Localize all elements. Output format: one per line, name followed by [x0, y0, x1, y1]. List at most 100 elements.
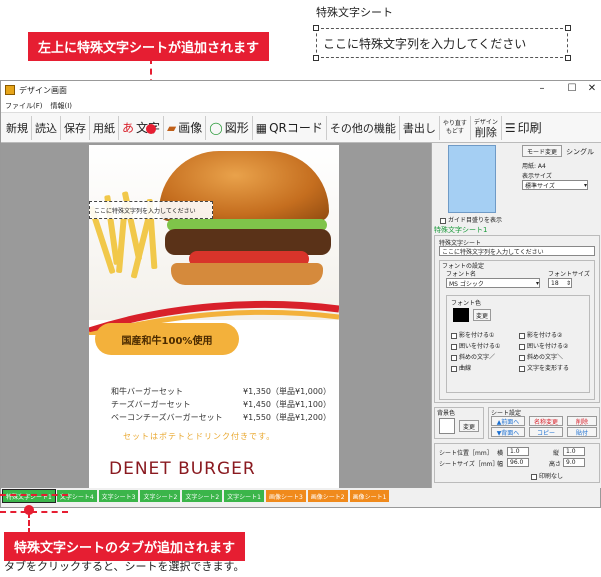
new-button[interactable]: 新規 [3, 115, 32, 140]
print-button[interactable]: ☰ 印刷 [502, 116, 545, 140]
qr-button-label: QRコード [269, 121, 323, 135]
window-title: デザイン画面 [19, 85, 67, 95]
font-name-label: フォント名 [446, 271, 477, 278]
resize-handle [313, 25, 319, 31]
chevron-down-icon: ▾ [583, 181, 587, 189]
tab-text-sheet[interactable]: 文字シート1 [224, 490, 264, 502]
qr-button[interactable]: ▦ QRコード [253, 115, 327, 140]
bottom-callout: 特殊文字シートのタブが追加されます [4, 532, 246, 561]
badge-label: 国産和牛100%使用 [95, 323, 239, 355]
menu-info[interactable]: 情報(I) [51, 101, 73, 111]
font-color-label: フォント色 [451, 300, 482, 307]
sample-title: 特殊文字シート [316, 6, 393, 19]
pos-y-label: 縦 [553, 450, 560, 457]
height-input[interactable]: 9.0 [563, 458, 585, 467]
menu-item: ベーコンチーズバーガーセット ¥1,550（単品¥1,200） [111, 413, 331, 422]
option-slant-1[interactable]: 斜めの文字／ [451, 352, 500, 363]
bg-color-swatch [439, 418, 455, 434]
design-page[interactable]: 国産和牛100%使用 和牛バーガーセット ¥1,350（単品¥1,000） チーズ… [89, 145, 339, 488]
sheet-settings-group: シート設定 ▲前面へ ▼背面へ 名称変更 コピー 削除 貼付 [488, 407, 600, 439]
burger-bun-bottom [171, 263, 323, 285]
tab-image-sheet[interactable]: 画像シート2 [307, 490, 348, 502]
paper-button[interactable]: 用紙 [90, 115, 119, 140]
option-shadow-2[interactable]: 影を付ける② [519, 330, 569, 341]
guide-checkbox[interactable] [440, 217, 446, 224]
delete-sheet-button[interactable]: 削除 [567, 416, 597, 426]
font-options-group: フォント色 変更 影を付ける① 囲いを付ける① 斜めの文字／ 曲線 影を付ける②… [446, 295, 590, 393]
option-transform[interactable]: 文字を変形する [519, 363, 569, 374]
font-size-label: フォントサイズ [548, 271, 590, 278]
resize-handle [565, 55, 571, 61]
special-text-sheet[interactable]: ここに特殊文字列を入力してください [89, 201, 213, 219]
tab-text-sheet[interactable]: 文字シート4 [56, 490, 97, 502]
spin-icon: ⇕ [565, 279, 571, 287]
option-border-2[interactable]: 囲いを付ける② [519, 341, 569, 352]
menu-file[interactable]: ファイル(F) [5, 101, 43, 111]
chevron-down-icon: ▾ [535, 279, 539, 287]
redo-button[interactable]: やり直す [443, 120, 467, 128]
display-size-select[interactable]: 標準サイズ ▾ [522, 180, 588, 190]
sheet-tab-bar: 特殊文字シート1 文字シート4 文字シート3 文字シート2 文字シート2 文字シ… [1, 489, 431, 503]
height-label: 高さ [549, 461, 562, 468]
design-canvas[interactable]: 国産和牛100%使用 和牛バーガーセット ¥1,350（単品¥1,000） チーズ… [1, 143, 431, 488]
design-delete-button[interactable]: デザイン 削除 [471, 115, 502, 140]
pos-y-input[interactable]: 1.0 [563, 447, 585, 456]
options-left: 影を付ける① 囲いを付ける① 斜めの文字／ 曲線 [451, 330, 500, 374]
sample-special-text: ここに特殊文字列を入力してください [316, 28, 568, 58]
page-thumbnail[interactable] [448, 145, 496, 213]
mode-change-button[interactable]: モード変更 [522, 145, 562, 157]
image-button[interactable]: ▰ 画像 [164, 115, 207, 140]
bring-front-button[interactable]: ▲前面へ [491, 416, 525, 426]
no-print-checkbox[interactable] [531, 473, 537, 480]
callout-dot [146, 124, 156, 134]
rename-button[interactable]: 名称変更 [529, 416, 563, 426]
undo-button[interactable]: もどす [446, 128, 464, 136]
image-icon: ▰ [167, 120, 177, 135]
sheet-text-input[interactable]: ここに特殊文字列を入力してください [439, 246, 595, 256]
width-input[interactable]: 96.0 [507, 458, 529, 467]
minimize-button[interactable]: – [527, 83, 557, 94]
font-name-select[interactable]: MS ゴシック ▾ [446, 278, 540, 288]
font-color-change-button[interactable]: 変更 [473, 309, 491, 321]
top-callout: 左上に特殊文字シートが追加されます [28, 32, 270, 61]
save-button[interactable]: 保存 [61, 115, 90, 140]
pos-label: シート位置［mm］ [439, 450, 493, 457]
tab-image-sheet[interactable]: 画像シート1 [349, 490, 390, 502]
app-icon [5, 85, 15, 95]
option-slant-2[interactable]: 斜めの文字＼ [519, 352, 569, 363]
send-back-button[interactable]: ▼背面へ [491, 427, 525, 437]
tab-text-sheet[interactable]: 文字シート2 [182, 490, 223, 502]
text-icon: あ [122, 121, 135, 135]
tab-highlight-bottom [0, 511, 68, 513]
shape-button[interactable]: ◯ 図形 [206, 115, 253, 140]
other-functions-button[interactable]: その他の機能 [327, 115, 400, 140]
tab-image-sheet[interactable]: 画像シート3 [265, 490, 306, 502]
qr-icon: ▦ [255, 120, 268, 135]
option-curve[interactable]: 曲線 [451, 363, 500, 374]
title-bar: デザイン画面 – ☐ ✕ [1, 81, 601, 99]
read-button[interactable]: 読込 [32, 115, 61, 140]
tab-text-sheet[interactable]: 文字シート3 [98, 490, 139, 502]
option-border-1[interactable]: 囲いを付ける① [451, 341, 500, 352]
tab-text-sheet[interactable]: 文字シート2 [140, 490, 181, 502]
paste-button[interactable]: 貼付 [567, 427, 597, 437]
menu-bar: ファイル(F) 情報(I) [1, 99, 601, 113]
print-label: 印刷 [517, 121, 542, 135]
font-color-swatch [453, 308, 469, 322]
display-size-label: 表示サイズ [522, 173, 552, 180]
font-size-stepper[interactable]: 18 ⇕ [548, 278, 572, 288]
guide-toggle[interactable]: ガイド目盛りを表示 [440, 215, 502, 224]
pos-x-input[interactable]: 1.0 [507, 447, 529, 456]
delete-label: 削除 [474, 125, 497, 139]
brand-name: DENET BURGER [109, 459, 256, 479]
copy-button[interactable]: コピー [529, 427, 563, 437]
bg-change-button[interactable]: 変更 [459, 420, 479, 432]
close-button[interactable]: ✕ [577, 83, 601, 94]
option-shadow-1[interactable]: 影を付ける① [451, 330, 500, 341]
export-button[interactable]: 書出し [400, 115, 440, 140]
text-button[interactable]: あ 文字 [119, 115, 165, 140]
tab-special-text-1[interactable]: 特殊文字シート1 [2, 489, 56, 503]
toolbar: 新規 読込 保存 用紙 あ 文字 ▰ 画像 ◯ 図形 ▦ QRコード その他の機… [1, 113, 601, 143]
app-window: デザイン画面 – ☐ ✕ ファイル(F) 情報(I) 新規 読込 保存 用紙 あ… [0, 80, 601, 508]
no-print-toggle[interactable]: 印刷なし [531, 471, 563, 480]
